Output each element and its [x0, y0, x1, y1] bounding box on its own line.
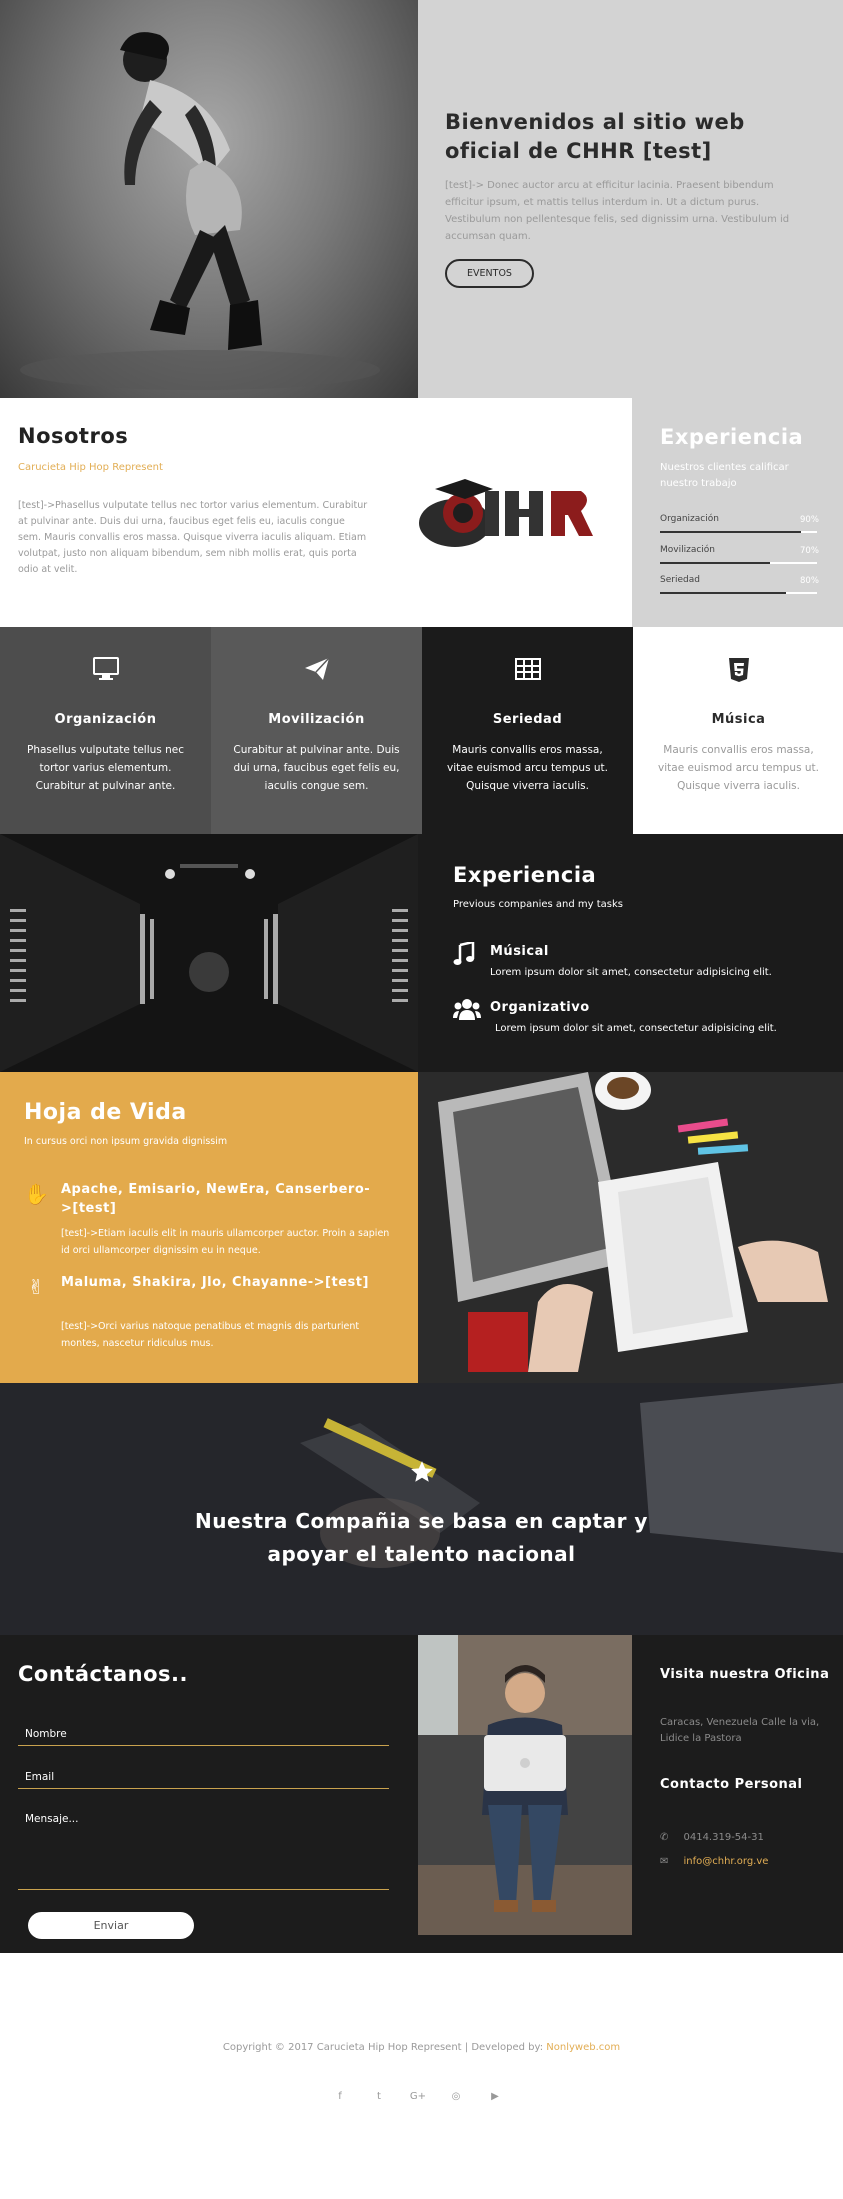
google-plus-icon[interactable]: G+ — [409, 2088, 427, 2106]
facebook-icon[interactable]: f — [331, 2088, 349, 2106]
skill-bar-track — [660, 562, 817, 564]
experience-item-text: Lorem ipsum dolor sit amet, consectetur … — [490, 967, 772, 978]
monitor-icon — [0, 657, 211, 681]
service-title: Seriedad — [492, 712, 563, 727]
cv-item-text: [test]->Orci varius natoque penatibus et… — [61, 1321, 360, 1349]
hero-dancer-photo — [0, 0, 418, 398]
music-note-icon — [453, 942, 475, 966]
paper-plane-icon — [211, 657, 422, 681]
experience-panel-title: Experiencia — [660, 425, 804, 449]
cv-item-text: [test]->Etiam iaculis elit in mauris ull… — [61, 1228, 390, 1256]
about-title: Nosotros — [18, 424, 129, 448]
cv-subtitle: In cursus orci non ipsum gravida digniss… — [24, 1136, 228, 1147]
experience-subtitle: Previous companies and my tasks — [453, 899, 624, 910]
developer-link[interactable]: Nonlyweb.com — [546, 2042, 620, 2053]
contact-title: Contáctanos.. — [18, 1662, 188, 1686]
skill-value: 90% — [800, 515, 819, 525]
footer-copyright: Copyright © 2017 Carucieta Hip Hop Repre… — [0, 2042, 843, 2053]
skill-bar-track — [660, 592, 817, 594]
banner-title: Nuestra Compañia se basa en captar y apo… — [0, 1505, 843, 1571]
person-photo — [418, 1635, 632, 1935]
html5-icon — [633, 657, 843, 683]
skill-label: Movilización — [660, 545, 715, 555]
cv-title: Hoja de Vida — [24, 1100, 187, 1125]
email-link[interactable]: info@chhr.org.ve — [683, 1856, 768, 1867]
skill-bar-fill — [660, 592, 786, 594]
service-text: Mauris convallis eros massa, vitae euism… — [447, 744, 608, 792]
name-field[interactable]: Nombre — [18, 1722, 389, 1746]
phone-number: 0414.319-54-31 — [683, 1832, 764, 1843]
phone-row: ✆ 0414.319-54-31 — [660, 1825, 764, 1846]
skill-bar-fill — [660, 562, 770, 564]
desk-photo — [418, 1072, 843, 1383]
phone-icon: ✆ — [660, 1832, 669, 1843]
hero-title: Bienvenidos al sitio web oficial de CHHR… — [445, 110, 745, 163]
peace-hand-icon: ✌ — [27, 1275, 45, 1299]
experience-item-text: Lorem ipsum dolor sit amet, consectetur … — [495, 1023, 777, 1034]
youtube-icon[interactable]: ▶ — [486, 2088, 504, 2106]
about-text: [test]->Phasellus vulputate tellus nec t… — [18, 500, 368, 575]
skill-bar-fill — [660, 531, 802, 533]
twitter-icon[interactable]: t — [370, 2088, 388, 2106]
message-field[interactable]: Mensaje... — [18, 1807, 389, 1890]
skill-value: 80% — [800, 576, 819, 586]
star-icon — [411, 1461, 433, 1482]
service-text: Mauris convallis eros massa, vitae euism… — [658, 744, 819, 792]
service-title: Movilización — [268, 712, 365, 727]
instagram-icon[interactable]: ◎ — [447, 2088, 465, 2106]
envelope-icon: ✉ — [660, 1856, 669, 1867]
office-address: Caracas, Venezuela Calle la via, Lidice … — [660, 1717, 820, 1744]
skill-label: Seriedad — [660, 575, 700, 585]
table-icon — [422, 657, 633, 681]
personal-contact-title: Contacto Personal — [660, 1777, 803, 1792]
cv-item-title: Maluma, Shakira, Jlo, Chayanne->[test] — [61, 1275, 369, 1290]
chhr-logo — [415, 471, 615, 551]
banner-title-line-2: apoyar el talento nacional — [267, 1542, 576, 1566]
copyright-text: Copyright © 2017 Carucieta Hip Hop Repre… — [222, 2042, 544, 2053]
about-subtitle: Carucieta Hip Hop Represent — [18, 462, 163, 473]
experience-title: Experiencia — [453, 863, 597, 887]
service-title: Música — [711, 712, 766, 727]
group-icon — [453, 998, 481, 1020]
experience-panel-text: Nuestros clientes calificar nuestro trab… — [660, 462, 789, 489]
studio-photo — [0, 834, 418, 1072]
service-title: Organización — [54, 712, 157, 727]
service-text: Phasellus vulputate tellus nec tortor va… — [27, 744, 184, 792]
hero-text: [test]-> Donec auctor arcu at efficitur … — [445, 180, 790, 242]
skill-bar-track — [660, 531, 817, 533]
email-field[interactable]: Email — [18, 1765, 389, 1789]
experience-item-title: Músical — [490, 944, 549, 959]
cv-item-title: Apache, Emisario, NewEra, Canserbero->[t… — [61, 1182, 371, 1216]
hand-icon: ✋ — [24, 1182, 49, 1206]
experience-item-title: Organizativo — [490, 1000, 590, 1015]
service-text: Curabitur at pulvinar ante. Duis dui urn… — [233, 744, 400, 792]
send-button[interactable]: Enviar — [28, 1912, 194, 1939]
skill-value: 70% — [800, 546, 819, 556]
email-row: ✉ info@chhr.org.ve — [660, 1849, 768, 1870]
visit-office-title: Visita nuestra Oficina — [660, 1667, 830, 1682]
eventos-button[interactable]: EVENTOS — [445, 259, 534, 288]
banner-title-line-1: Nuestra Compañia se basa en captar y — [195, 1509, 648, 1533]
skill-label: Organización — [660, 514, 719, 524]
